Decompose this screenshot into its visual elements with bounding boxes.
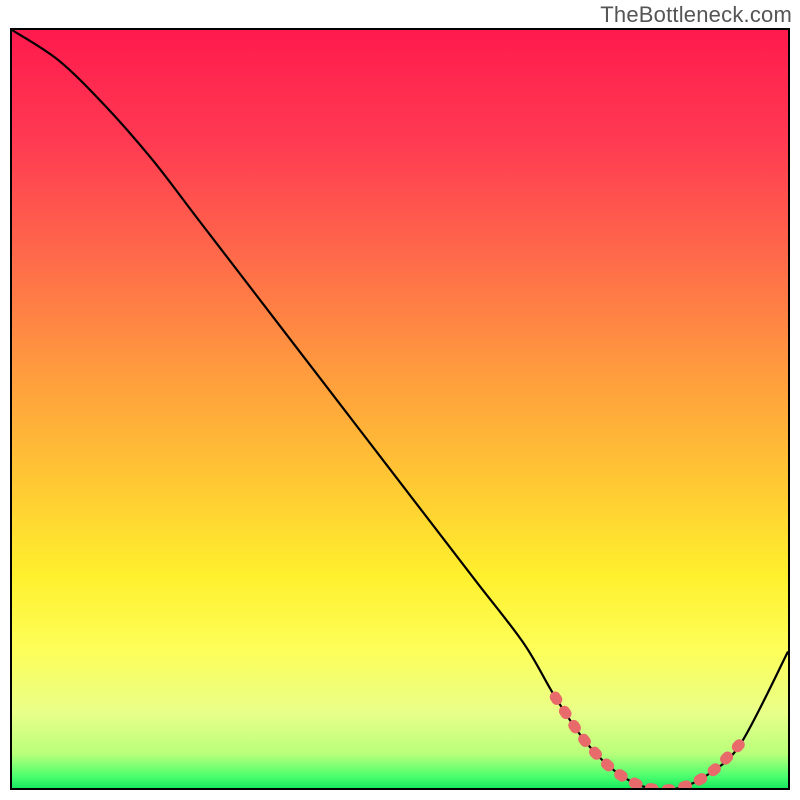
watermark-text: TheBottleneck.com — [600, 2, 792, 28]
curve-layer — [12, 30, 788, 788]
chart-plot-area — [10, 28, 790, 790]
optimal-range-highlight — [555, 697, 741, 788]
bottleneck-curve — [12, 30, 788, 788]
